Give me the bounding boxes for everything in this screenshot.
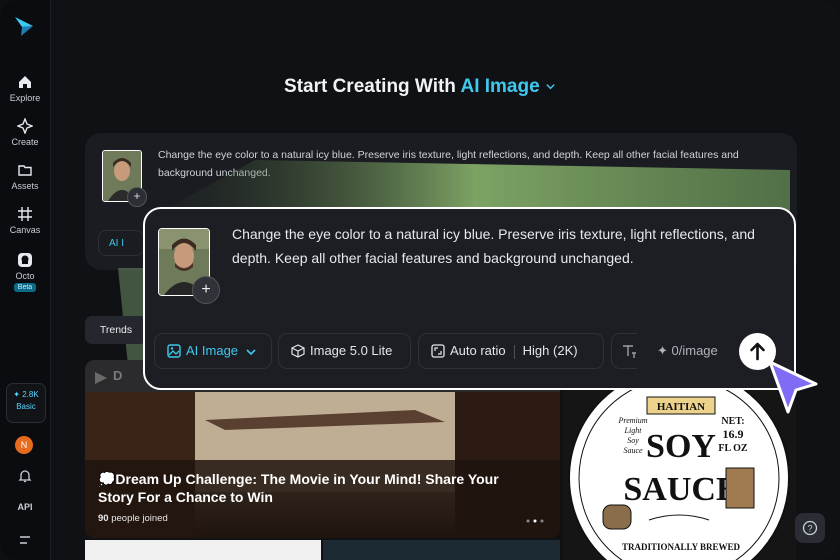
mode-selector[interactable]: AI Image: [154, 333, 272, 369]
label-soy-small: Soy: [627, 436, 639, 445]
label-net-value: 16.9: [723, 427, 744, 441]
gallery-card[interactable]: [323, 540, 560, 560]
cost-label: ✦ 0/image: [657, 343, 718, 358]
aspect-ratio-icon: [431, 343, 445, 358]
mode-label: AI Image: [186, 343, 239, 358]
label-brand: HAITIAN: [657, 401, 705, 413]
carousel-dots[interactable]: [526, 519, 550, 523]
ratio-quality-selector[interactable]: Auto ratio High (2K): [418, 333, 604, 369]
participants-count: 90: [98, 513, 109, 524]
model-label: Image 5.0 Lite: [310, 343, 393, 358]
banner-logo-text: D: [113, 368, 122, 383]
add-image-button[interactable]: +: [192, 276, 220, 304]
prompt-input[interactable]: Change the eye color to a natural icy bl…: [232, 222, 780, 270]
quality-label: High (2K): [522, 343, 578, 358]
model-selector[interactable]: Image 5.0 Lite: [278, 333, 411, 369]
ratio-label: Auto ratio: [450, 343, 506, 358]
label-premium: Premium: [617, 416, 647, 425]
pointer-cursor-icon: [768, 360, 818, 414]
tab-trends[interactable]: Trends: [85, 316, 147, 344]
divider: [513, 344, 515, 359]
label-sauce-small: Sauce: [623, 446, 643, 455]
soy-sauce-label-image: HAITIAN Premium Light Soy Sauce SOY SAUC…: [563, 360, 796, 560]
label-sauce-big: SAUCE: [623, 471, 738, 508]
text-icon: [623, 345, 636, 358]
image-icon: [167, 343, 181, 358]
participants-suffix: people joined: [111, 513, 168, 524]
text-style-button[interactable]: [611, 333, 637, 369]
label-unit: FL OZ: [718, 443, 748, 454]
chevron-down-icon: [246, 348, 256, 355]
banner-participants: 90 people joined: [98, 513, 168, 524]
svg-text:?: ?: [807, 524, 812, 534]
banner-title[interactable]: 💭Dream Up Challenge: The Movie in Your M…: [98, 470, 538, 506]
label-net: NET:: [721, 416, 744, 427]
label-footer: TRADITIONALLY BREWED: [622, 542, 741, 552]
gallery-card[interactable]: [85, 540, 321, 560]
help-icon: ?: [802, 520, 818, 536]
cube-icon: [291, 343, 305, 358]
label-soy-big: SOY: [646, 428, 716, 465]
gallery-card-soy-sauce[interactable]: HAITIAN Premium Light Soy Sauce SOY SAUC…: [563, 360, 796, 560]
app-window: Explore Create Assets Canvas Octo Beta ✦…: [0, 0, 840, 560]
help-button[interactable]: ?: [795, 513, 825, 543]
label-light: Light: [624, 426, 643, 435]
